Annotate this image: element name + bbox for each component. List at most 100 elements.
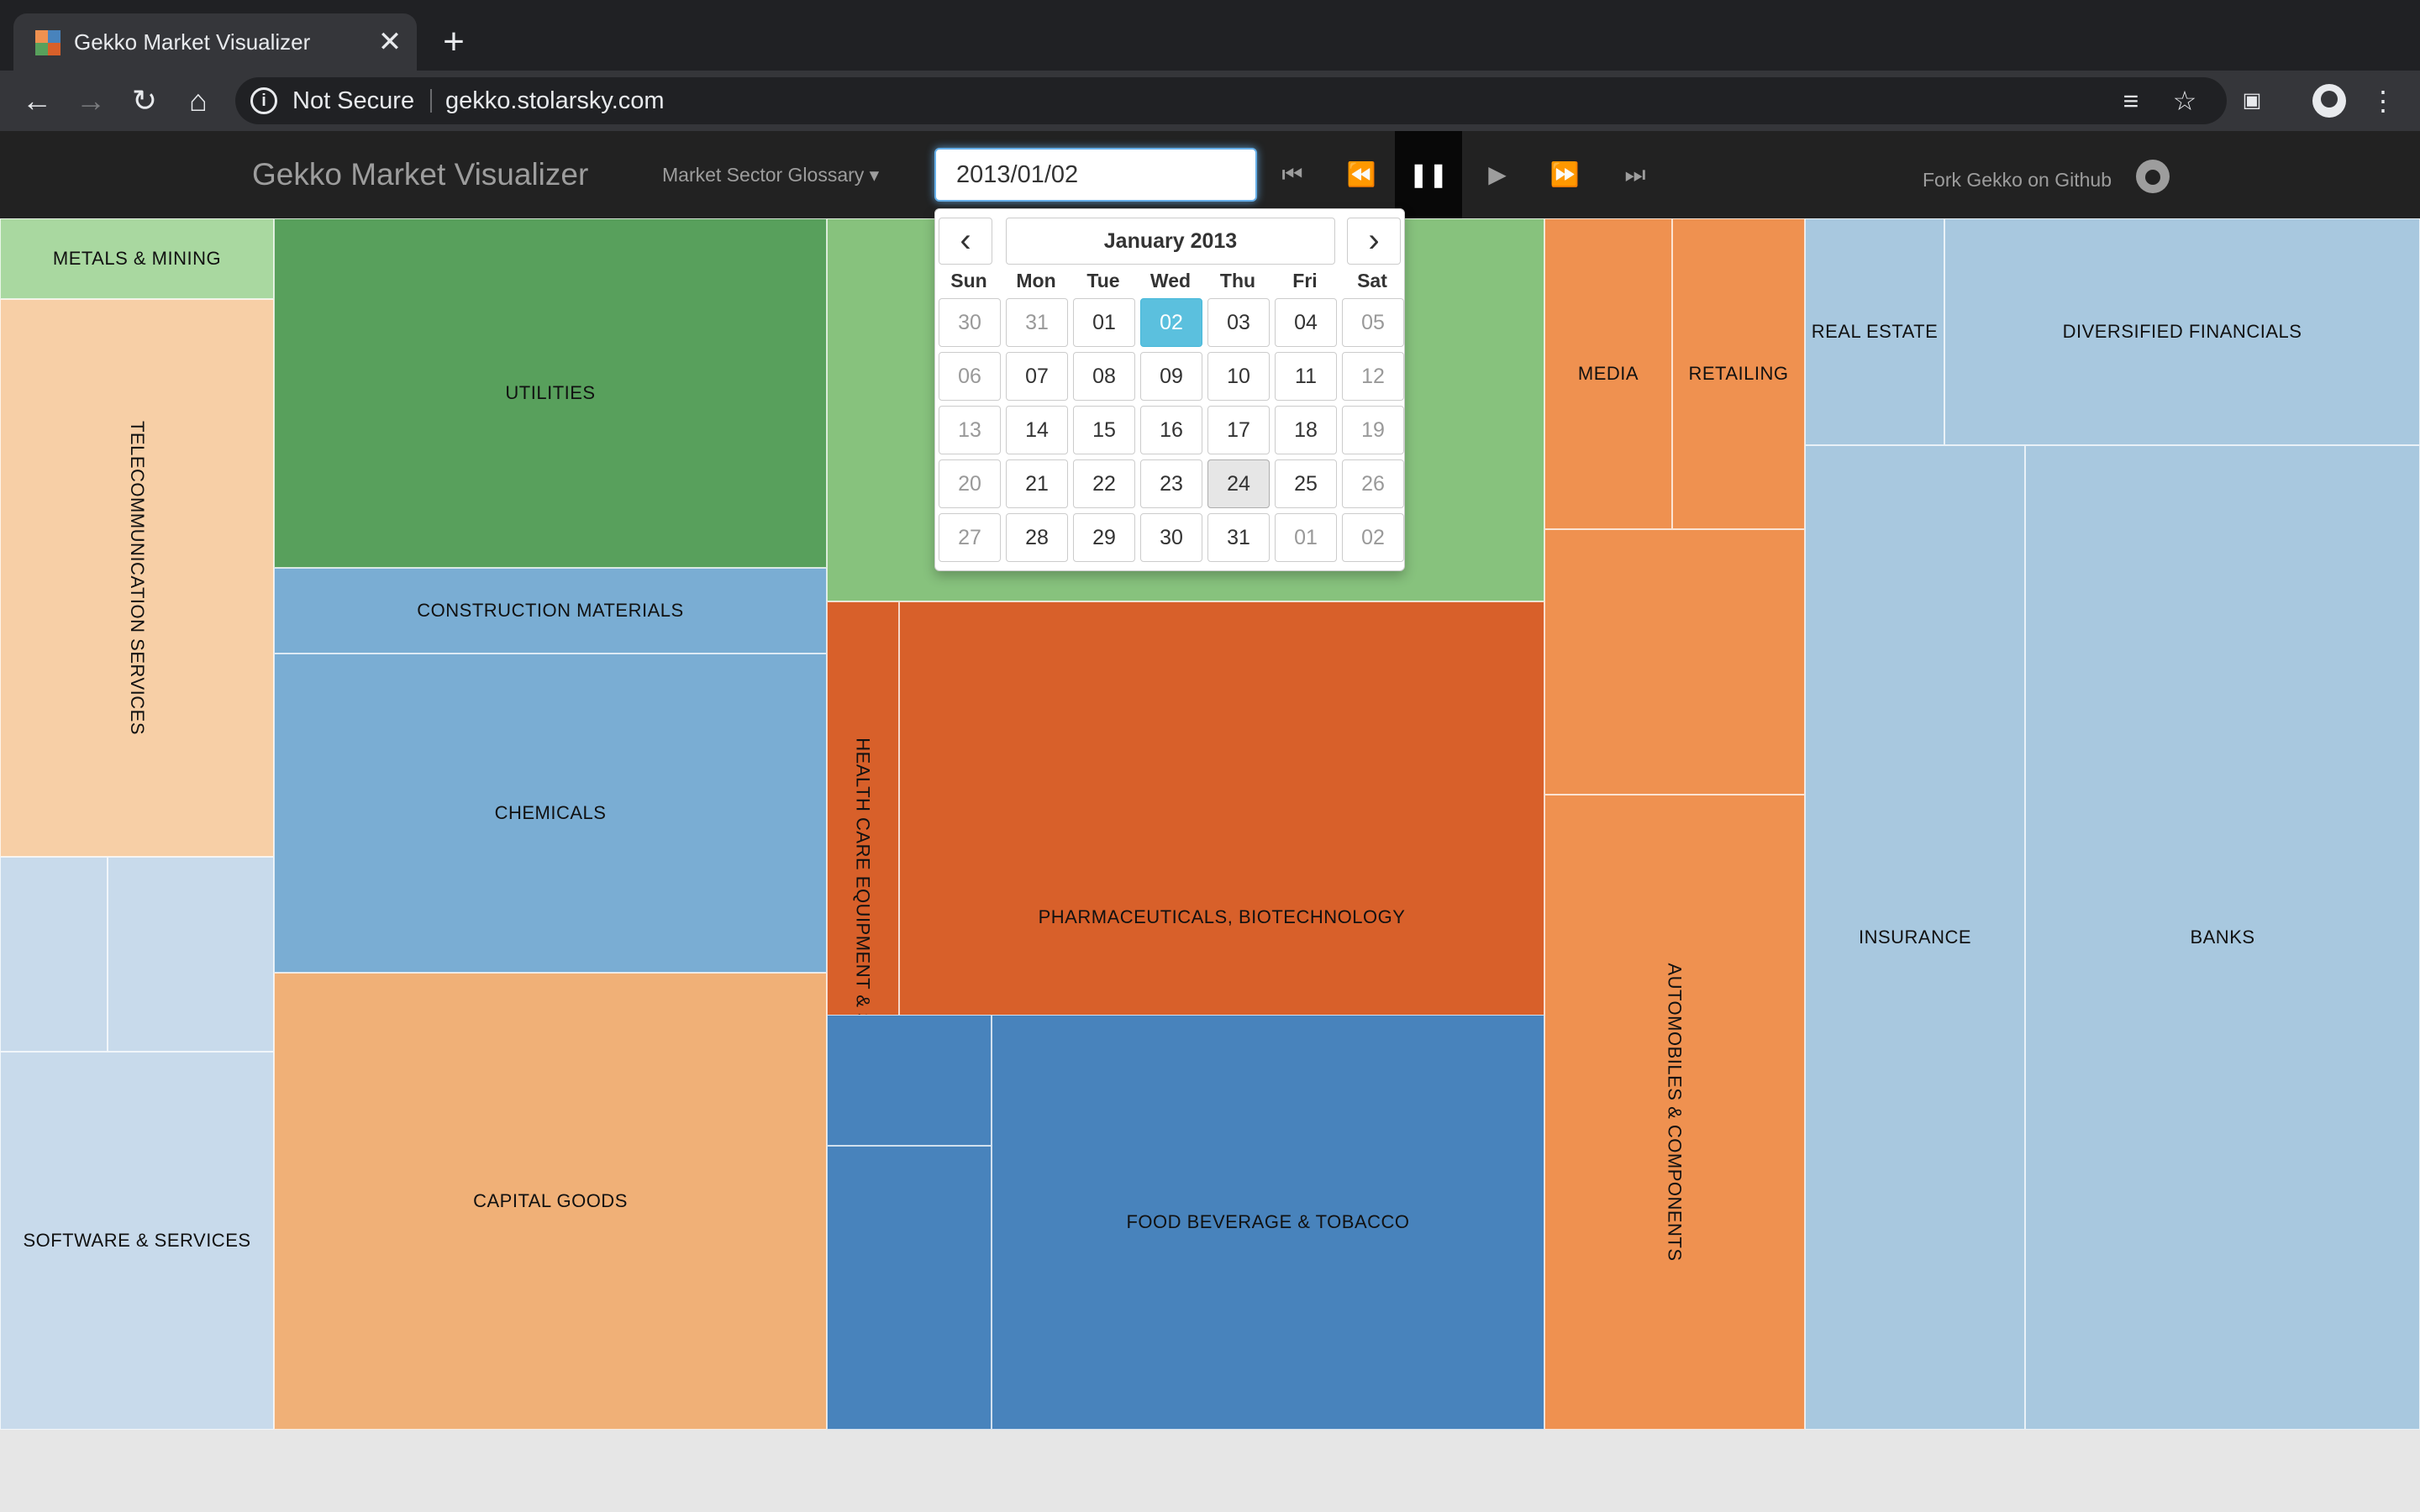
weekday-label: Sat [1357, 270, 1387, 291]
cell-label: BANKS [2190, 927, 2255, 948]
cell-label: SOFTWARE & SERVICES [23, 1230, 251, 1251]
calendar-day[interactable]: 01 [1073, 298, 1135, 347]
cell-label: PHARMACEUTICALS, BIOTECHNOLOGY [1038, 906, 1406, 927]
treemap-cell-unlabeled[interactable] [0, 857, 108, 1052]
calendar-day[interactable]: 31 [1006, 298, 1068, 347]
treemap-cell-food-beverage[interactable]: FOOD BEVERAGE & TOBACCO [992, 1015, 1544, 1430]
treemap-cell-metals-mining[interactable]: METALS & MINING [0, 218, 274, 299]
treemap-cell-construction-materials[interactable]: CONSTRUCTION MATERIALS [274, 568, 827, 654]
calendar-day[interactable]: 08 [1073, 352, 1135, 401]
treemap-cell-media[interactable]: MEDIA [1544, 218, 1672, 529]
weekday-label: Tue [1086, 270, 1120, 291]
address-bar[interactable]: i Not Secure gekko.stolarsky.com [235, 77, 2227, 124]
calendar-day[interactable]: 29 [1073, 513, 1135, 562]
calendar-day[interactable]: 11 [1275, 352, 1337, 401]
weekday-label: Wed [1150, 270, 1192, 291]
calendar-day[interactable]: 06 [939, 352, 1001, 401]
fork-github-link[interactable]: Fork Gekko on Github [1923, 131, 2112, 228]
calendar-day[interactable]: 13 [939, 406, 1001, 454]
app-title[interactable]: Gekko Market Visualizer [252, 131, 588, 218]
weekday-label: Mon [1016, 270, 1056, 291]
calendar-day[interactable]: 26 [1342, 459, 1404, 508]
treemap-cell-software-services[interactable]: SOFTWARE & SERVICES [0, 1052, 274, 1430]
treemap-cell-unlabeled[interactable] [1544, 529, 1805, 795]
calendar-day[interactable]: 15 [1073, 406, 1135, 454]
calendar-day[interactable]: 17 [1207, 406, 1270, 454]
calendar-day[interactable]: 10 [1207, 352, 1270, 401]
reading-list-icon[interactable]: ≡ [2107, 71, 2154, 131]
treemap-cell-utilities[interactable]: UTILITIES [274, 218, 827, 568]
calendar-day[interactable]: 07 [1006, 352, 1068, 401]
browser-toolbar: ← → ↻ ⌂ i Not Secure gekko.stolarsky.com… [0, 71, 2420, 131]
calendar-day[interactable]: 30 [939, 298, 1001, 347]
calendar-day[interactable]: 02 [1342, 513, 1404, 562]
chevron-left-icon[interactable]: ‹ [939, 218, 992, 265]
profile-avatar-icon[interactable] [2312, 84, 2346, 118]
browser-tab[interactable]: Gekko Market Visualizer ✕ [13, 13, 417, 71]
calendar-day[interactable]: 25 [1275, 459, 1337, 508]
calendar-day[interactable]: 28 [1006, 513, 1068, 562]
calendar-day[interactable]: 21 [1006, 459, 1068, 508]
treemap-cell-telecom[interactable]: TELECOMMUNICATION SERVICES [0, 299, 274, 857]
cell-label: CAPITAL GOODS [473, 1190, 628, 1211]
calendar-day[interactable]: 24 [1207, 459, 1270, 508]
info-icon[interactable]: i [250, 87, 277, 114]
rewind-icon[interactable]: ⏪ [1328, 131, 1395, 218]
calendar-day[interactable]: 19 [1342, 406, 1404, 454]
treemap-cell-retailing[interactable]: RETAILING [1672, 218, 1805, 529]
calendar-day[interactable]: 02 [1140, 298, 1202, 347]
play-icon[interactable]: ▶ [1464, 131, 1531, 218]
calendar-day[interactable]: 03 [1207, 298, 1270, 347]
chevron-right-icon[interactable]: › [1347, 218, 1401, 265]
treemap-cell-unlabeled[interactable] [827, 1146, 992, 1430]
date-input[interactable]: 2013/01/02 [934, 148, 1257, 202]
calendar-day[interactable]: 12 [1342, 352, 1404, 401]
back-arrow-icon[interactable]: ← [13, 71, 60, 131]
treemap-cell-insurance[interactable]: INSURANCE [1805, 445, 2025, 1430]
close-icon[interactable]: ✕ [373, 25, 407, 59]
treemap-cell-unlabeled[interactable] [827, 1015, 992, 1146]
extension-icon[interactable]: ▣ [2228, 71, 2275, 131]
treemap-cell-chemicals[interactable]: CHEMICALS [274, 654, 827, 973]
treemap-cell-capital-goods[interactable]: CAPITAL GOODS [274, 973, 827, 1430]
calendar-day[interactable]: 30 [1140, 513, 1202, 562]
skip-to-start-icon[interactable]: ⏮ [1259, 131, 1326, 218]
calendar-day[interactable]: 04 [1275, 298, 1337, 347]
omnibox-divider [430, 89, 432, 113]
reload-icon[interactable]: ↻ [121, 71, 168, 131]
treemap-cell-banks[interactable]: BANKS [2025, 445, 2420, 1430]
cell-label: AUTOMOBILES & COMPONENTS [1665, 963, 1686, 1262]
weekday-label: Thu [1219, 270, 1256, 291]
calendar-day[interactable]: 27 [939, 513, 1001, 562]
pause-icon[interactable]: ❚❚ [1395, 131, 1462, 218]
cell-label: FOOD BEVERAGE & TOBACCO [1126, 1211, 1410, 1232]
treemap-cell-diversified-financials[interactable]: DIVERSIFIED FINANCIALS [1944, 218, 2420, 445]
calendar-day[interactable]: 22 [1073, 459, 1135, 508]
github-icon[interactable] [2136, 160, 2170, 193]
treemap-cell-automobiles[interactable]: AUTOMOBILES & COMPONENTS [1544, 795, 1805, 1430]
cell-label: MEDIA [1577, 363, 1639, 384]
treemap-cell-unlabeled[interactable] [108, 857, 274, 1052]
calendar-day[interactable]: 18 [1275, 406, 1337, 454]
calendar-day[interactable]: 01 [1275, 513, 1337, 562]
calendar-day[interactable]: 09 [1140, 352, 1202, 401]
calendar-day[interactable]: 23 [1140, 459, 1202, 508]
glossary-dropdown[interactable]: Market Sector Glossary ▾ [662, 131, 879, 218]
menu-kebab-icon[interactable]: ⋮ [2360, 71, 2407, 131]
forward-arrow-icon[interactable]: → [67, 71, 114, 131]
bookmark-star-icon[interactable]: ☆ [2161, 71, 2208, 131]
treemap-cell-real-estate[interactable]: REAL ESTATE [1805, 218, 1944, 445]
fast-forward-icon[interactable]: ⏩ [1531, 131, 1598, 218]
calendar-day[interactable]: 05 [1342, 298, 1404, 347]
datepicker-month-title[interactable]: January 2013 [1006, 218, 1335, 265]
home-icon[interactable]: ⌂ [175, 71, 222, 131]
calendar-day[interactable]: 16 [1140, 406, 1202, 454]
calendar-day[interactable]: 31 [1207, 513, 1270, 562]
calendar-day[interactable]: 14 [1006, 406, 1068, 454]
url-text[interactable]: gekko.stolarsky.com [445, 77, 665, 124]
security-status: Not Secure [292, 87, 415, 114]
tab-title: Gekko Market Visualizer [74, 29, 311, 55]
new-tab-button[interactable]: + [437, 24, 471, 60]
skip-to-end-icon[interactable]: ⏭ [1602, 131, 1669, 218]
calendar-day[interactable]: 20 [939, 459, 1001, 508]
